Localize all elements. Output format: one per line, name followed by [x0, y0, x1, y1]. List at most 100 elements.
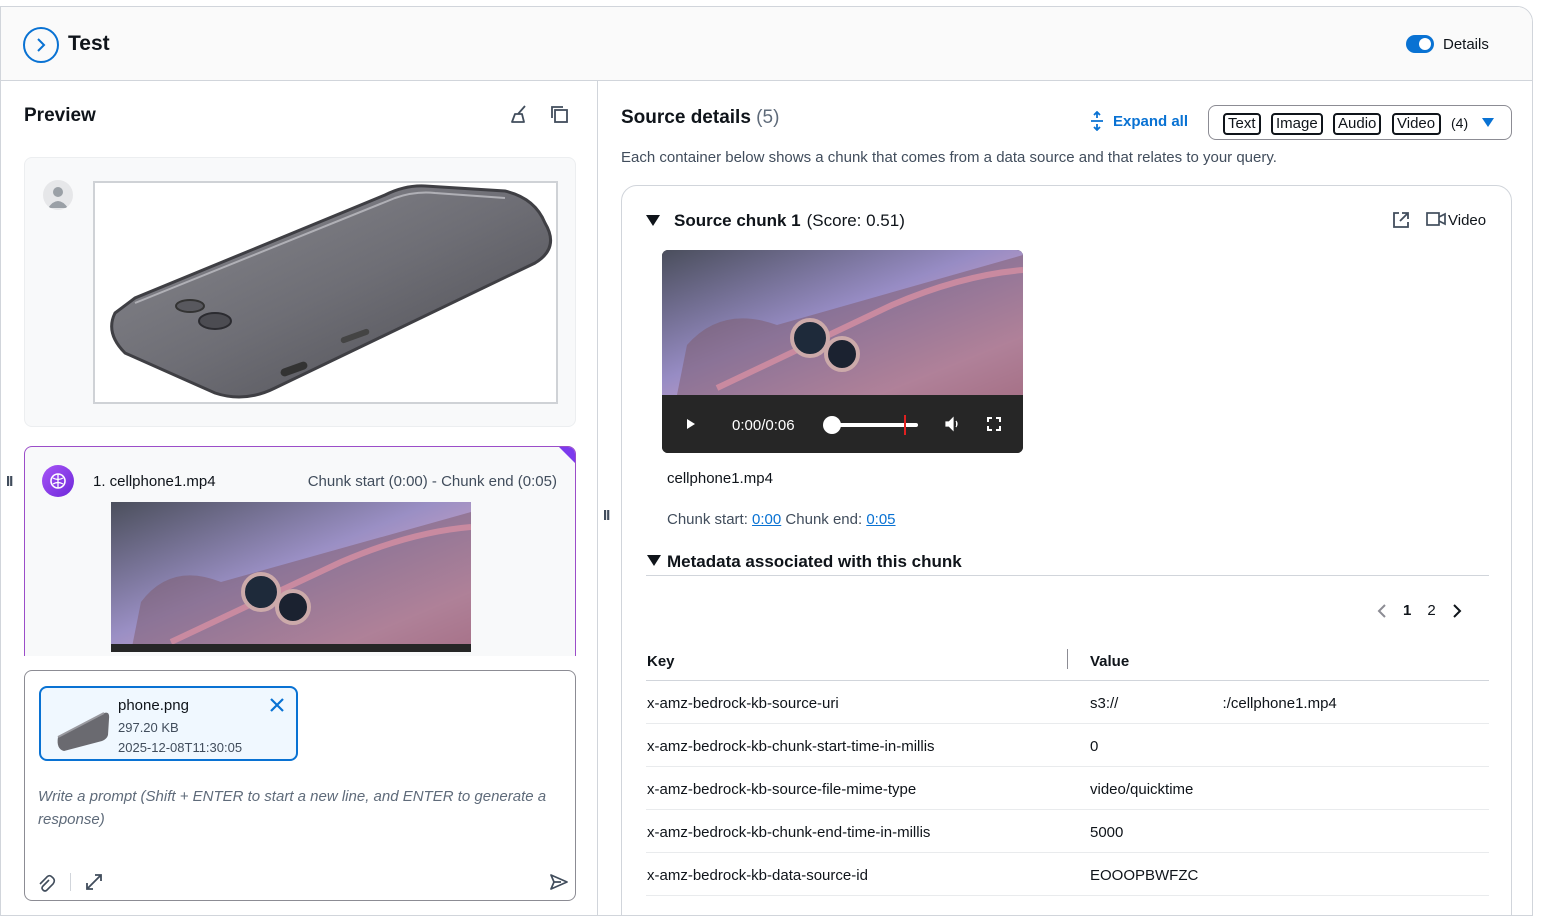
- brain-icon: [50, 473, 66, 489]
- resize-handle-left[interactable]: II: [6, 473, 13, 490]
- video-icon: [1426, 212, 1446, 226]
- broom-icon[interactable]: [509, 103, 531, 125]
- chunk-title: Source chunk 1 (Score: 0.51): [674, 211, 905, 231]
- chevron-left-icon[interactable]: [1377, 603, 1387, 619]
- key-column-header: Key: [647, 653, 675, 670]
- page-title: Test: [68, 32, 110, 55]
- page-2[interactable]: 2: [1427, 602, 1435, 619]
- row-value: 5000: [1090, 824, 1124, 841]
- table-row: x-amz-bedrock-kb-source-uri s3:// :/cellp…: [646, 681, 1489, 724]
- user-icon: [48, 187, 68, 208]
- response-message: 1. cellphone1.mp4 Chunk start (0:00) - C…: [24, 446, 576, 656]
- row-value: s3:// :/cellphone1.mp4: [1090, 695, 1337, 712]
- row-key: x-amz-bedrock-kb-source-file-mime-type: [647, 781, 917, 798]
- row-value: EOOOPBWFZC: [1090, 867, 1199, 884]
- response-video-thumbnail[interactable]: [111, 502, 471, 652]
- page-1[interactable]: 1: [1403, 602, 1411, 619]
- filter-chip-video[interactable]: Video: [1392, 113, 1441, 135]
- uploaded-phone-image: [93, 181, 558, 404]
- filter-chip-text[interactable]: Text: [1223, 113, 1261, 135]
- response-file-name[interactable]: 1. cellphone1.mp4: [93, 473, 216, 490]
- table-row: x-amz-bedrock-kb-data-source-id EOOOPBWFZ…: [646, 853, 1489, 896]
- attachment-date: 2025-12-08T11:30:05: [118, 740, 243, 755]
- close-icon[interactable]: [268, 696, 286, 714]
- play-icon[interactable]: [686, 418, 696, 430]
- input-toolbar-divider: [70, 873, 71, 891]
- assistant-avatar: [42, 465, 74, 497]
- paperclip-icon[interactable]: [36, 874, 56, 894]
- expand-all-label: Expand all: [1113, 112, 1189, 130]
- video-time: 0:00/0:06: [732, 417, 795, 434]
- row-key: x-amz-bedrock-kb-source-uri: [647, 695, 839, 712]
- table-header: Key Value: [646, 641, 1489, 681]
- chunk-type-label: Video: [1448, 212, 1487, 229]
- metadata-collapse-toggle[interactable]: [647, 555, 661, 566]
- user-avatar: [43, 180, 73, 210]
- collapse-button[interactable]: [23, 27, 59, 63]
- video-chunk-marker: [904, 415, 906, 435]
- column-resizer[interactable]: [1067, 649, 1068, 669]
- attachment-name: phone.png: [118, 697, 189, 714]
- prompt-placeholder[interactable]: Write a prompt (Shift + ENTER to start a…: [38, 785, 563, 831]
- metadata-table: Key Value x-amz-bedrock-kb-source-uri s3:…: [646, 641, 1489, 896]
- fullscreen-icon[interactable]: [987, 417, 1001, 431]
- video-scrubber[interactable]: [823, 416, 841, 434]
- chunk-title-label: Source chunk 1: [674, 211, 801, 230]
- table-row: x-amz-bedrock-kb-chunk-start-time-in-mil…: [646, 724, 1489, 767]
- source-chunk-card: Source chunk 1 (Score: 0.51) Video 0:00/0…: [621, 185, 1512, 915]
- response-chunk-range: Chunk start (0:00) - Chunk end (0:05): [307, 473, 557, 490]
- source-details-count: (5): [756, 107, 780, 128]
- chunk-file-name: cellphone1.mp4: [667, 470, 773, 487]
- details-toggle[interactable]: [1406, 35, 1434, 53]
- details-toggle-label: Details: [1443, 36, 1489, 53]
- value-column-header: Value: [1090, 653, 1130, 670]
- filter-chip-image[interactable]: Image: [1271, 113, 1323, 135]
- video-frame: [662, 250, 1023, 395]
- source-details-label: Source details: [621, 107, 751, 128]
- row-key: x-amz-bedrock-kb-chunk-start-time-in-mil…: [647, 738, 935, 755]
- send-icon[interactable]: [549, 872, 569, 892]
- attachment-thumbnail: [54, 699, 110, 751]
- filter-count: (4): [1451, 115, 1469, 131]
- prompt-input-box[interactable]: phone.png 297.20 KB 2025-12-08T11:30:05 …: [24, 670, 576, 901]
- resize-handle-middle[interactable]: II: [603, 507, 610, 524]
- attachment-size: 297.20 KB: [118, 720, 179, 735]
- source-details-description: Each container below shows a chunk that …: [621, 149, 1277, 166]
- row-key: x-amz-bedrock-kb-data-source-id: [647, 867, 868, 884]
- metadata-divider: [646, 575, 1489, 576]
- table-row: x-amz-bedrock-kb-source-file-mime-type vi…: [646, 767, 1489, 810]
- chevron-right-icon[interactable]: [1452, 603, 1462, 619]
- external-link-icon[interactable]: [1391, 210, 1411, 230]
- caret-down-icon[interactable]: [1482, 118, 1494, 127]
- type-filter-multiselect[interactable]: Text Image Audio Video (4): [1208, 105, 1512, 140]
- response-corner-marker: [559, 447, 575, 463]
- chunk-times: Chunk start: 0:00 Chunk end: 0:05: [667, 511, 896, 528]
- attachment-token: phone.png 297.20 KB 2025-12-08T11:30:05: [39, 686, 298, 761]
- video-player[interactable]: 0:00/0:06: [662, 250, 1023, 453]
- chunk-end-link[interactable]: 0:05: [866, 511, 895, 528]
- video-controls: 0:00/0:06: [662, 395, 1023, 453]
- row-key: x-amz-bedrock-kb-chunk-end-time-in-milli…: [647, 824, 931, 841]
- filter-chip-audio[interactable]: Audio: [1333, 113, 1382, 135]
- copy-icon[interactable]: [548, 103, 570, 125]
- row-value: video/quicktime: [1090, 781, 1194, 798]
- header: Test Details: [1, 7, 1532, 81]
- chunk-start-label: Chunk start:: [667, 511, 748, 528]
- preview-panel: Preview II 1. cellphone1.mp4 Chunk start…: [1, 81, 598, 915]
- metadata-title: Metadata associated with this chunk: [667, 552, 962, 571]
- test-window: Test Details Preview II 1. cellphone1.mp…: [0, 6, 1533, 916]
- row-value: 0: [1090, 738, 1099, 755]
- chunk-start-link[interactable]: 0:00: [752, 511, 781, 528]
- expand-all-button[interactable]: Expand all: [1089, 111, 1188, 131]
- source-details-title: Source details (5): [621, 107, 779, 129]
- table-row: x-amz-bedrock-kb-chunk-end-time-in-milli…: [646, 810, 1489, 853]
- pagination: 1 2: [1377, 602, 1462, 619]
- chunk-score: (Score: 0.51): [806, 211, 905, 230]
- expand-icon[interactable]: [84, 872, 104, 892]
- volume-icon[interactable]: [945, 416, 961, 432]
- expand-all-icon: [1091, 111, 1103, 131]
- chunk-collapse-toggle[interactable]: [646, 215, 660, 226]
- user-message: [24, 157, 576, 427]
- preview-title: Preview: [24, 105, 96, 126]
- chevron-right-icon: [37, 38, 46, 52]
